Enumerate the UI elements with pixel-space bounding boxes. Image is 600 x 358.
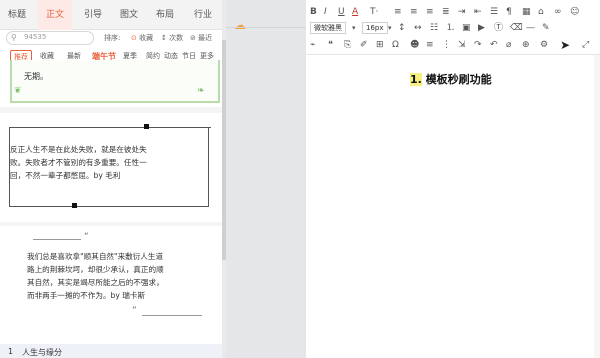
line-height-icon[interactable]: ↕ <box>398 20 406 36</box>
undo-icon[interactable]: ↶ <box>490 37 498 53</box>
outdent-icon[interactable]: ⇤ <box>474 4 482 20</box>
corner-square <box>72 203 77 208</box>
section-number: 1 <box>8 347 14 356</box>
bold-icon[interactable]: B <box>310 4 317 20</box>
title-text: 模板秒刷功能 <box>425 73 492 86</box>
quote-line: 而非两手一摊的不作为。by 瑞卡斯 <box>27 291 146 300</box>
divider <box>0 107 222 113</box>
section-title: 人生与缘分 <box>22 348 62 357</box>
tab-image-text[interactable]: 图文 <box>112 0 146 30</box>
template-card-green[interactable]: 无期。 ❦ ❧ <box>10 60 220 103</box>
tab-layout[interactable]: 布局 <box>148 0 182 30</box>
pencil-icon[interactable]: ✐ <box>360 37 368 53</box>
format-icon[interactable]: Ⓣ <box>494 20 503 36</box>
justify-icon[interactable]: ≣ <box>442 4 450 20</box>
quote-line: 我们总是喜欢拿"顺其自然"来敷衍人生道 <box>27 252 164 261</box>
paragraph-icon[interactable]: ¶ <box>506 4 512 20</box>
clear-format-icon[interactable]: ⌀ <box>506 37 511 53</box>
frame-line <box>9 127 144 128</box>
editor-scrollbar[interactable] <box>594 55 600 358</box>
underline-icon[interactable]: U <box>338 4 345 20</box>
quote-line: 反正人生不是在此处失败，就是在彼处失 <box>10 145 147 154</box>
sort-recent[interactable]: ⊘ 最近 <box>190 33 212 43</box>
close-quote-mark: ” <box>132 306 137 316</box>
emoji-icon[interactable]: ☺ <box>570 4 579 20</box>
section-header[interactable]: 1 人生与缘分 <box>0 344 222 358</box>
sort-count[interactable]: ↕ 次数 <box>161 33 183 43</box>
card-text: 无期。 <box>24 72 48 81</box>
font-color-icon[interactable]: A <box>352 4 358 20</box>
zoom-icon[interactable]: ⊕ <box>522 37 530 53</box>
video-icon[interactable]: ▶ <box>478 20 485 36</box>
tab-title[interactable]: 标题 <box>0 0 34 30</box>
font-family-select[interactable]: 微软雅黑 <box>310 22 346 34</box>
editor-area: B I U A T· ≡ ≡ ≡ ≣ ⇥ ⇤ ☰ ¶ ▦ ⌂ ∞ ☺ 微软雅黑 … <box>306 0 600 358</box>
list-bullet-icon[interactable]: ⋮ <box>442 37 451 53</box>
sort-label: 排序: <box>104 34 121 42</box>
template-card-quote-lines[interactable]: “ 我们总是喜欢拿"顺其自然"来敷衍人生道 路上的荆棘坎坷，却很少承认，真正的顺… <box>0 226 222 344</box>
search-input[interactable]: ⚲ 94535 <box>6 31 94 45</box>
search-icon: ⚲ <box>11 33 17 42</box>
template-panel: 标题 正文 引导 图文 布局 行业 ⚲ 94535 排序: ⊙ 收藏 ↕ 次数 … <box>0 0 222 358</box>
leaf-icon: ❧ <box>197 86 205 96</box>
align-left-icon[interactable]: ≡ <box>394 4 402 20</box>
fullscreen-icon[interactable]: ⤢ <box>582 37 589 53</box>
quote-line: 路上的荆棘坎坷，却很少承认，真正的顺 <box>27 265 164 274</box>
indent-icon[interactable]: ⇥ <box>458 4 466 20</box>
align-right-icon[interactable]: ≡ <box>426 4 434 20</box>
cloud-icon[interactable]: ☁ <box>234 18 246 32</box>
divider-icon[interactable]: — <box>526 20 535 36</box>
list-icon[interactable]: ☰ <box>490 4 498 20</box>
smile-icon[interactable]: ☻ <box>410 37 419 53</box>
quote-rule <box>33 239 81 240</box>
template-card-quote-box[interactable]: 反正人生不是在此处失败，就是在彼处失 败。失败者才不管别的有多重要。任性一 回，… <box>9 124 211 208</box>
chevron-down-icon[interactable]: ▾ <box>352 20 356 36</box>
code-icon[interactable]: ⌁ <box>310 37 315 53</box>
clear-icon[interactable]: ⌫ <box>510 20 523 36</box>
align-center-icon[interactable]: ≡ <box>410 4 418 20</box>
align-icon[interactable]: ≡ <box>426 37 434 53</box>
open-quote-mark: “ <box>84 232 89 242</box>
template-tabs: 标题 正文 引导 图文 布局 行业 <box>0 0 222 30</box>
font-size-select[interactable]: 16px <box>362 22 388 34</box>
leaf-icon: ❦ <box>14 86 22 96</box>
tab-industry[interactable]: 行业 <box>186 0 220 30</box>
tab-body[interactable]: 正文 <box>38 0 72 30</box>
image-icon[interactable]: ▣ <box>462 20 471 36</box>
sort-favorites[interactable]: ⊙ 收藏 <box>131 33 153 43</box>
title-number: 1. <box>410 73 422 86</box>
text-style-icon[interactable]: T· <box>370 4 378 20</box>
mouse-cursor: ➤ <box>560 38 571 52</box>
frame-line <box>149 127 211 128</box>
italic-icon[interactable]: I <box>324 4 327 20</box>
letter-spacing-icon[interactable]: ↔ <box>414 20 422 36</box>
redo-icon[interactable]: ↷ <box>474 37 482 53</box>
attachment-icon[interactable]: ⎘ <box>344 37 351 53</box>
side-gutter: ☁ <box>226 0 306 358</box>
quote-line: 其自然，其实是竭尽所能之后的不强求， <box>27 278 164 287</box>
chevron-down-icon[interactable]: ▾ <box>388 20 392 36</box>
quote-icon[interactable]: ❝ <box>328 37 333 53</box>
toolbar-divider <box>306 54 600 55</box>
quote-rule <box>142 315 202 316</box>
brush-icon[interactable]: ✎ <box>542 20 550 36</box>
omega-icon[interactable]: Ω <box>392 37 399 53</box>
arrow-icon[interactable]: ⇲ <box>458 37 466 53</box>
tab-guide[interactable]: 引导 <box>76 0 110 30</box>
link-icon[interactable]: ∞ <box>554 4 562 20</box>
corner-square <box>144 124 149 129</box>
settings-icon[interactable]: ⚙ <box>540 37 548 53</box>
quote-line: 回，不然一辈子都憋屈。by 毛利 <box>10 171 121 180</box>
quote-line: 败。失败者才不管别的有多重要。任性一 <box>10 158 147 167</box>
table-icon[interactable]: ▦ <box>522 4 531 20</box>
document-title[interactable]: 1. 模板秒刷功能 <box>410 71 492 87</box>
numbered-list-icon[interactable]: ⒈ <box>446 20 455 36</box>
search-value: 94535 <box>24 33 47 41</box>
divider <box>226 27 306 28</box>
table-insert-icon[interactable]: ⊞ <box>376 37 384 53</box>
bullet-list-icon[interactable]: ☷ <box>430 20 438 36</box>
tag-icon[interactable]: ⌂ <box>538 4 544 20</box>
